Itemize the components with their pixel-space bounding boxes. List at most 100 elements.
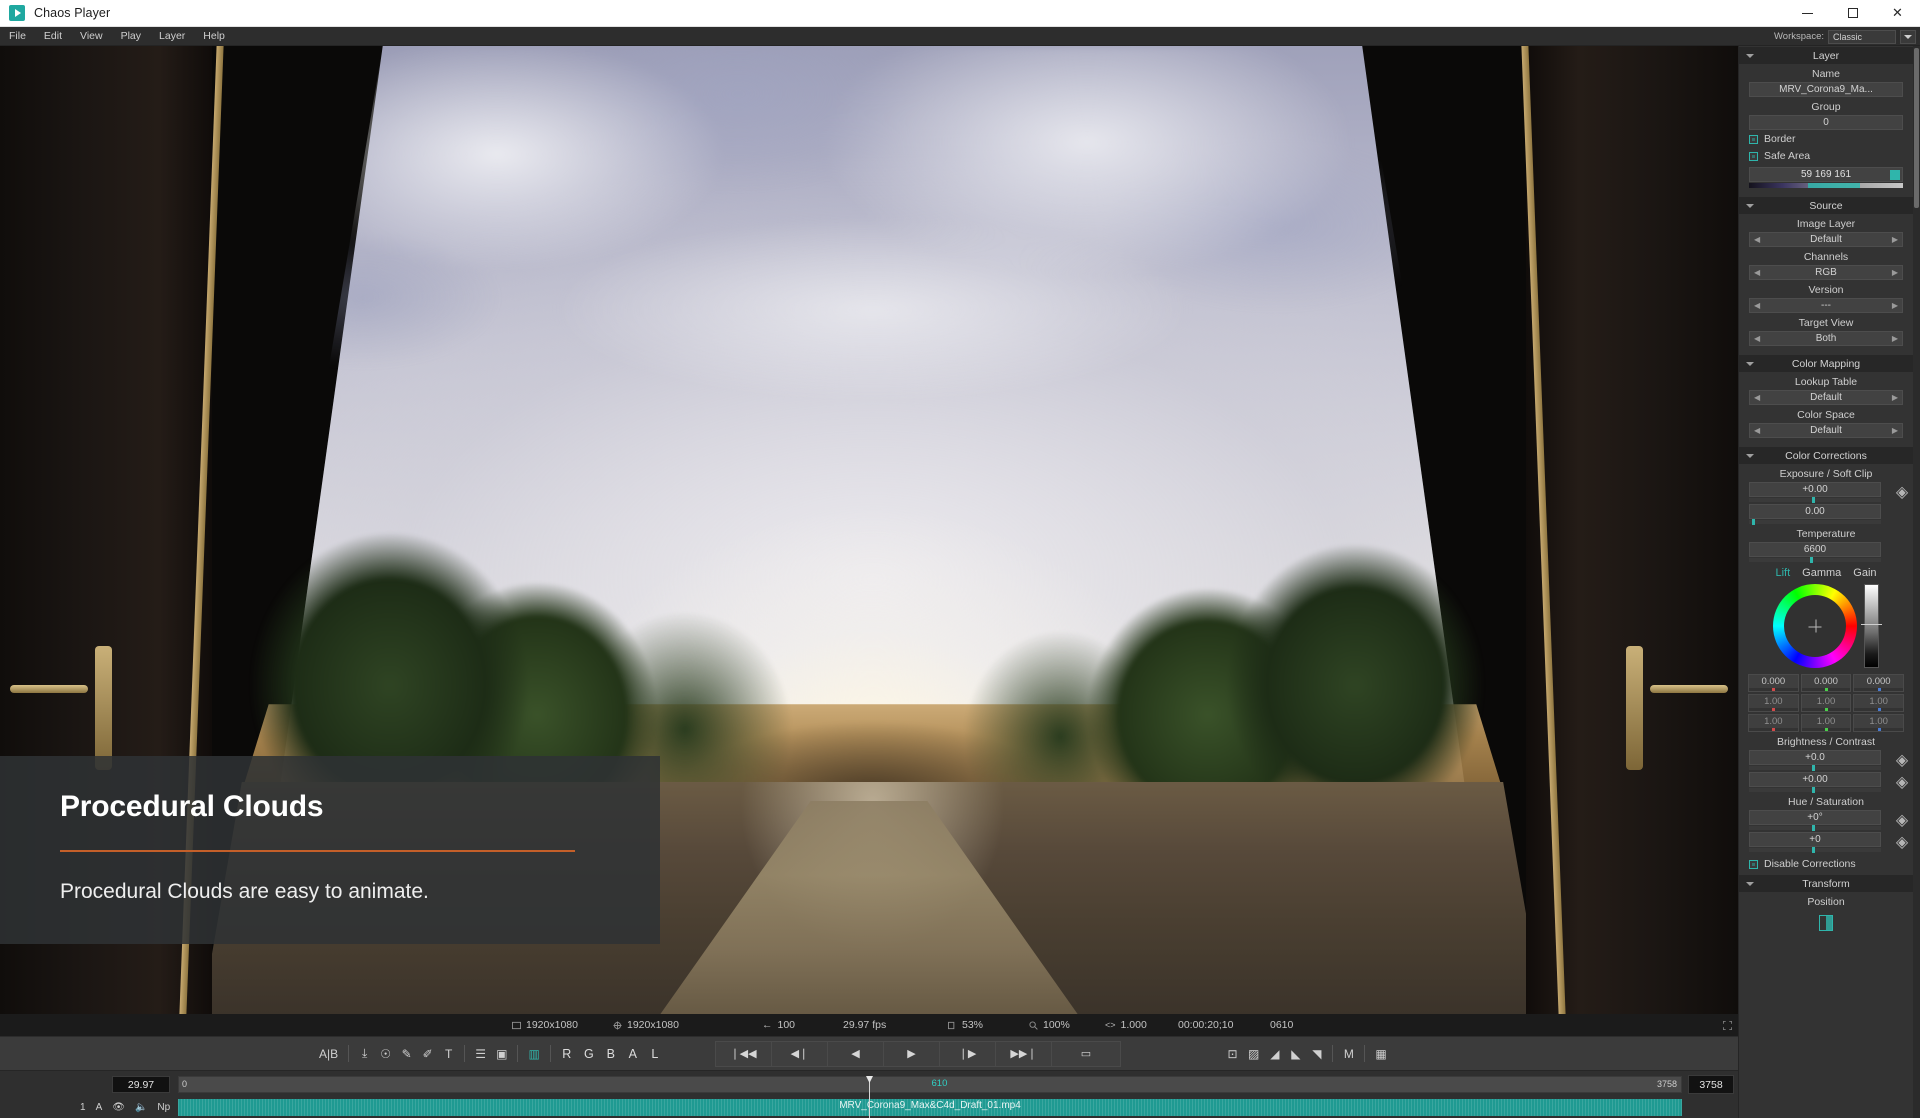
list-view-icon[interactable]: ☰	[470, 1041, 491, 1067]
tab-lift[interactable]: Lift	[1775, 567, 1790, 579]
gamma-r-field[interactable]: 1.00	[1748, 694, 1799, 712]
menu-edit[interactable]: Edit	[35, 27, 71, 46]
position-anchor-icon[interactable]	[1739, 910, 1913, 934]
minimize-button[interactable]	[1785, 0, 1830, 27]
chevron-down-icon[interactable]	[1900, 29, 1916, 44]
gain-b-field[interactable]: 1.00	[1853, 714, 1905, 732]
layer-name-field[interactable]: MRV_Corona9_Ma...	[1749, 82, 1903, 97]
tab-gamma[interactable]: Gamma	[1802, 567, 1841, 579]
target-view-stepper[interactable]: ◀ Both ▶	[1749, 331, 1903, 346]
channel-a-button[interactable]: A	[622, 1041, 644, 1067]
panel-scrollbar-thumb[interactable]	[1914, 48, 1919, 208]
menu-view[interactable]: View	[71, 27, 112, 46]
gain-g-field[interactable]: 1.00	[1800, 714, 1852, 732]
version-stepper[interactable]: ◀ --- ▶	[1749, 298, 1903, 313]
contrast-field[interactable]: +0.00	[1749, 772, 1881, 787]
channel-b-button[interactable]: B	[600, 1041, 622, 1067]
image-viewport[interactable]: Procedural Clouds Procedural Clouds are …	[0, 46, 1738, 1014]
luminance-slider[interactable]	[1861, 584, 1882, 668]
speaker-icon[interactable]: 🔈	[135, 1102, 147, 1113]
eye-icon[interactable]: 👁	[112, 1102, 125, 1113]
chevron-down-icon[interactable]	[1746, 453, 1754, 458]
safe-area-color-field[interactable]: 59 169 161	[1749, 167, 1903, 182]
crop-icon[interactable]: ⊡	[1222, 1041, 1243, 1067]
color-wheel-cursor[interactable]	[1808, 619, 1822, 633]
keyframe-icon[interactable]: ◈	[1891, 482, 1913, 502]
soft-clip-field[interactable]: 0.00	[1749, 504, 1881, 519]
end-frame-field[interactable]: 3758	[1688, 1075, 1734, 1094]
close-button[interactable]: ✕	[1875, 0, 1920, 27]
image-layer-stepper[interactable]: ◀ Default ▶	[1749, 232, 1903, 247]
lift-r-field[interactable]: 0.000	[1748, 674, 1799, 692]
menu-layer[interactable]: Layer	[150, 27, 194, 46]
contrast-slider[interactable]	[1749, 787, 1881, 793]
playhead[interactable]	[869, 1076, 870, 1118]
chevron-down-icon[interactable]	[1746, 203, 1754, 208]
tab-gain[interactable]: Gain	[1853, 567, 1876, 579]
keyframe-icon[interactable]: ◈	[1891, 750, 1913, 770]
chevron-down-icon[interactable]	[1746, 53, 1754, 58]
timeline[interactable]: 29.97 0 610 3758 3758 1 A 👁 🔈 Np MRV_Cor…	[0, 1070, 1738, 1118]
timeline-ruler[interactable]: 0 610 3758	[178, 1076, 1682, 1093]
section-header-source[interactable]: Source	[1739, 197, 1913, 214]
keyframe-icon[interactable]: ◈	[1891, 832, 1913, 852]
fullscreen-icon[interactable]	[1723, 1020, 1732, 1030]
chevron-right-icon[interactable]: ▶	[1892, 334, 1898, 343]
go-to-start-button[interactable]: ❘◀◀	[715, 1040, 771, 1067]
chevron-right-icon[interactable]: ▶	[1892, 268, 1898, 277]
hue-slider[interactable]	[1749, 825, 1881, 831]
loop-button[interactable]: ▭	[1051, 1040, 1121, 1067]
gamma-g-field[interactable]: 1.00	[1800, 694, 1852, 712]
exposure-slider[interactable]	[1749, 497, 1881, 503]
layer-group-field[interactable]: 0	[1749, 115, 1903, 130]
go-to-end-button[interactable]: ▶▶❘	[995, 1040, 1051, 1067]
brightness-slider[interactable]	[1749, 765, 1881, 771]
layout-view-icon[interactable]: ▣	[491, 1041, 512, 1067]
chevron-right-icon[interactable]: ▶	[1892, 426, 1898, 435]
keyframe-icon[interactable]: ◈	[1891, 810, 1913, 830]
channel-l-button[interactable]: L	[644, 1041, 666, 1067]
safe-area-gradient-bar[interactable]	[1749, 183, 1903, 188]
gradient-icon[interactable]: ◥	[1306, 1041, 1327, 1067]
channel-r-button[interactable]: R	[556, 1041, 578, 1067]
chevron-right-icon[interactable]: ▶	[1892, 393, 1898, 402]
channels-stepper[interactable]: ◀ RGB ▶	[1749, 265, 1903, 280]
border-checkbox[interactable]	[1749, 134, 1758, 144]
safe-area-checkbox[interactable]	[1749, 151, 1758, 161]
section-header-color-mapping[interactable]: Color Mapping	[1739, 355, 1913, 372]
chevron-down-icon[interactable]	[1746, 881, 1754, 886]
split-view-icon[interactable]: ▥	[523, 1041, 544, 1067]
disable-corrections-checkbox[interactable]	[1749, 859, 1758, 869]
fps-field[interactable]: 29.97	[112, 1076, 170, 1093]
expand-icon[interactable]	[1723, 1020, 1732, 1030]
play-button[interactable]: ▶	[883, 1040, 939, 1067]
step-forward-button[interactable]: ❘▶	[939, 1040, 995, 1067]
gamma-b-field[interactable]: 1.00	[1853, 694, 1905, 712]
timeline-clip[interactable]: MRV_Corona9_Max&C4d_Draft_01.mp4	[178, 1098, 1682, 1116]
section-header-color-corrections[interactable]: Color Corrections	[1739, 447, 1913, 464]
exposure-field[interactable]: +0.00	[1749, 482, 1881, 497]
menu-help[interactable]: Help	[194, 27, 234, 46]
saturation-slider[interactable]	[1749, 847, 1881, 853]
channel-g-button[interactable]: G	[578, 1041, 600, 1067]
brightness-field[interactable]: +0.0	[1749, 750, 1881, 765]
text-tool-icon[interactable]: T	[438, 1041, 459, 1067]
temperature-field[interactable]: 6600	[1749, 542, 1881, 557]
temperature-slider[interactable]	[1749, 557, 1881, 563]
ab-compare-button[interactable]: A|B	[314, 1041, 343, 1067]
compare-wipe-icon[interactable]: ◢	[1264, 1041, 1285, 1067]
maximize-button[interactable]	[1830, 0, 1875, 27]
safe-area-color-swatch[interactable]	[1890, 170, 1900, 180]
lift-b-field[interactable]: 0.000	[1853, 674, 1905, 692]
color-wheel[interactable]	[1773, 584, 1857, 668]
hue-field[interactable]: +0°	[1749, 810, 1881, 825]
pencil-dashed-icon[interactable]: ✐	[417, 1041, 438, 1067]
lookup-table-stepper[interactable]: ◀ Default ▶	[1749, 390, 1903, 405]
track-mode-label[interactable]: Np	[157, 1102, 170, 1113]
section-header-layer[interactable]: Layer	[1739, 47, 1913, 64]
menu-play[interactable]: Play	[112, 27, 150, 46]
disable-corrections-row[interactable]: Disable Corrections	[1739, 852, 1913, 874]
step-back-button[interactable]: ◀❘	[771, 1040, 827, 1067]
stamp-icon[interactable]: ☉	[375, 1041, 396, 1067]
soft-clip-slider[interactable]	[1749, 519, 1881, 525]
